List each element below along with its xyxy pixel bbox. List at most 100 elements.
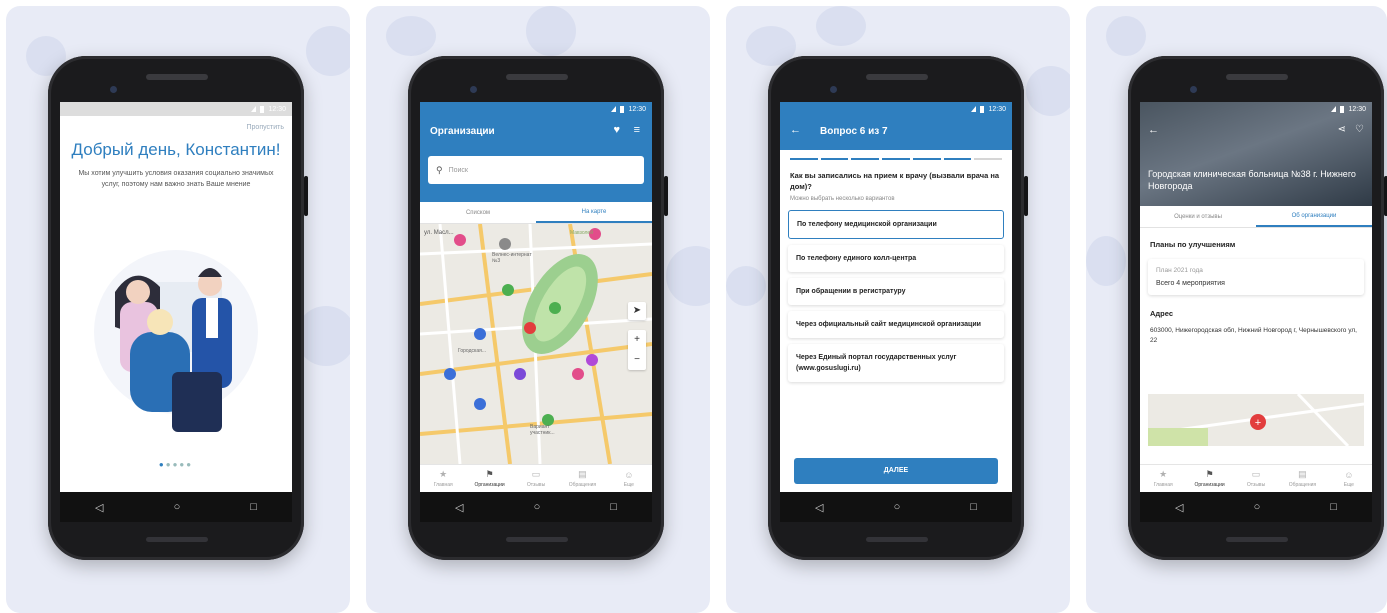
flag-icon: ⚑ [1205, 469, 1214, 479]
tab-list[interactable]: Списком [420, 202, 536, 223]
appeals-icon: ▤ [578, 469, 587, 479]
zoom-in-button[interactable]: + [628, 330, 646, 350]
android-navbar: ◁ ○ □ [420, 492, 652, 522]
pager-dots: ●●●●● [158, 460, 194, 469]
welcome-screen: 12:30 Пропустить Добрый день, Константин… [60, 102, 292, 492]
home-icon[interactable]: ○ [534, 501, 541, 513]
search-input[interactable]: ⚲ Поиск [428, 156, 644, 184]
android-navbar: ◁ ○ □ [780, 492, 1012, 522]
tab-ratings-reviews[interactable]: Оценки и отзывы [1140, 206, 1256, 227]
chat-icon: ▭ [1251, 469, 1261, 479]
tab-main[interactable]: ★ Главная [420, 465, 466, 492]
share-icon[interactable]: ⋖ [1338, 124, 1346, 135]
android-navbar: ◁ ○ □ [60, 492, 292, 522]
tab-appeals[interactable]: ▤ Обращения [1279, 465, 1325, 492]
tab-map[interactable]: На карте [536, 202, 652, 223]
bottom-tab-bar: ★ Главная ⚑ Организации ▭ Отзывы ▤ Обращения… [420, 464, 652, 492]
back-icon[interactable]: ◁ [95, 501, 103, 514]
user-icon: ☺ [624, 469, 634, 480]
org-name: Городская клиническая больница №38 г. Ни… [1148, 169, 1356, 191]
zoom-control[interactable]: + − [628, 330, 646, 370]
question-text: Как вы записались на прием к врачу (вызв… [790, 171, 1000, 191]
question-hint: Можно выбрать несколько вариантов [790, 196, 895, 202]
greeting-body: Мы хотим улучшить условия оказания социа… [78, 170, 274, 188]
search-placeholder: Поиск [448, 166, 468, 174]
map-label: ул. Масл... [424, 230, 454, 236]
recents-icon[interactable]: □ [1330, 501, 1337, 513]
tab-reviews[interactable]: ▭ Отзывы [513, 465, 559, 492]
search-icon: ⚲ [436, 164, 443, 175]
organizations-screen: 12:30 Организации ♥ ≡ ⚲ Поиск Списком На… [420, 102, 652, 492]
promo-panel-welcome: 12:30 Пропустить Добрый день, Константин… [6, 6, 350, 613]
tab-organizations[interactable]: ⚑ Организации [466, 465, 512, 492]
tab-organizations[interactable]: ⚑ Организации [1186, 465, 1232, 492]
heart-icon[interactable]: ♥ [613, 124, 620, 136]
back-icon[interactable]: ◁ [455, 501, 463, 514]
question-counter: Вопрос 6 из 7 [820, 126, 888, 137]
back-icon[interactable]: ◁ [815, 501, 823, 514]
phone-frame: 12:30 Организации ♥ ≡ ⚲ Поиск Списком На… [408, 56, 668, 560]
promo-panel-survey: 12:30 ← Вопрос 6 из 7 Как вы записались … [726, 6, 1070, 613]
tab-more[interactable]: ☺ Еще [606, 465, 652, 492]
map-label: Городская... [458, 348, 486, 354]
answer-option[interactable]: Через Единый портал государственных услу… [788, 344, 1004, 382]
user-icon: ☺ [1344, 469, 1354, 480]
home-icon[interactable]: ○ [894, 501, 901, 513]
skip-link[interactable]: Пропустить [247, 124, 285, 131]
zoom-out-button[interactable]: − [628, 350, 646, 370]
progress-bar [780, 150, 1012, 160]
plans-heading: Планы по улучшениям [1150, 240, 1236, 249]
tab-appeals[interactable]: ▤ Обращения [559, 465, 605, 492]
star-icon: ★ [1159, 469, 1168, 479]
greeting-title: Добрый день, Константин! [71, 140, 281, 159]
tab-reviews[interactable]: ▭ Отзывы [1233, 465, 1279, 492]
phone-frame: 12:30 ← ⋖ ♡ Городская клиническая больни… [1128, 56, 1387, 560]
phone-frame: 12:30 ← Вопрос 6 из 7 Как вы записались … [768, 56, 1028, 560]
next-button[interactable]: ДАЛЕЕ [794, 458, 998, 484]
address-mini-map[interactable]: + [1148, 394, 1364, 446]
chat-icon: ▭ [531, 469, 541, 479]
status-time: 12:30 [268, 105, 286, 113]
recents-icon[interactable]: □ [250, 501, 257, 513]
svg-text:+: + [1255, 417, 1261, 429]
promo-panel-organizations: 12:30 Организации ♥ ≡ ⚲ Поиск Списком На… [366, 6, 710, 613]
plan-count: Всего 4 мероприятия [1156, 280, 1225, 287]
favorite-icon[interactable]: ♡ [1355, 124, 1364, 135]
tab-main[interactable]: ★ Главная [1140, 465, 1186, 492]
flag-icon: ⚑ [485, 469, 494, 479]
home-icon[interactable]: ○ [174, 501, 181, 513]
answer-option[interactable]: По телефону единого колл-центра [788, 245, 1004, 272]
recents-icon[interactable]: □ [610, 501, 617, 513]
status-time: 12:30 [1348, 105, 1366, 113]
home-icon[interactable]: ○ [1254, 501, 1261, 513]
answer-option[interactable]: По телефону медицинской организации [788, 210, 1004, 239]
filter-icon[interactable]: ≡ [634, 124, 640, 136]
back-arrow-icon[interactable]: ← [1148, 124, 1159, 136]
tab-about-organization[interactable]: Об организации [1256, 206, 1372, 227]
tab-more[interactable]: ☺ Еще [1326, 465, 1372, 492]
back-icon[interactable]: ◁ [1175, 501, 1183, 514]
screen-title: Организации [430, 126, 495, 137]
survey-screen: 12:30 ← Вопрос 6 из 7 Как вы записались … [780, 102, 1012, 492]
family-illustration [94, 250, 258, 432]
plan-title: План 2021 года [1156, 267, 1203, 274]
answer-option[interactable]: Через официальный сайт медицинской орган… [788, 311, 1004, 338]
star-icon: ★ [439, 469, 448, 479]
org-header-photo: 12:30 ← ⋖ ♡ Городская клиническая больни… [1140, 102, 1372, 206]
answer-option[interactable]: При обращении в регистратуру [788, 278, 1004, 305]
phone-frame: 12:30 Пропустить Добрый день, Константин… [48, 56, 308, 560]
promo-panel-organization-details: 12:30 ← ⋖ ♡ Городская клиническая больни… [1086, 6, 1387, 613]
back-arrow-icon[interactable]: ← [790, 124, 801, 136]
bottom-tab-bar: ★ Главная ⚑ Организации ▭ Отзывы ▤ Обращения… [1140, 464, 1372, 492]
address-text: 603000, Нижегородская обл, Нижний Новгор… [1150, 327, 1357, 344]
plan-card[interactable]: План 2021 года Всего 4 мероприятия [1148, 259, 1364, 295]
map-label: Велнес-интернат №3 [492, 252, 532, 264]
status-time: 12:30 [628, 105, 646, 113]
compass-button[interactable]: ➤ [628, 302, 646, 320]
map-label: Вариант участник... [530, 424, 555, 436]
recents-icon[interactable]: □ [970, 501, 977, 513]
organization-details-screen: 12:30 ← ⋖ ♡ Городская клиническая больни… [1140, 102, 1372, 492]
status-time: 12:30 [988, 105, 1006, 113]
address-heading: Адрес [1150, 309, 1174, 318]
android-navbar: ◁ ○ □ [1140, 492, 1372, 522]
